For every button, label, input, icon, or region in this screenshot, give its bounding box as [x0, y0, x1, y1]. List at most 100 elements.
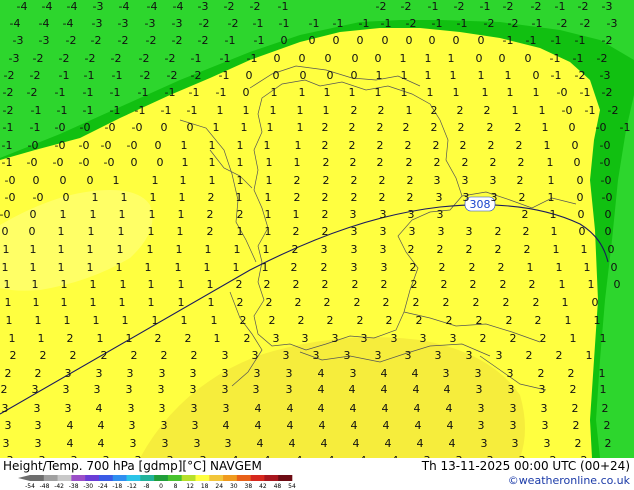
temperature-value: 0	[572, 139, 579, 152]
temperature-value: -2	[484, 17, 495, 30]
temperature-value: 2	[383, 296, 390, 309]
temperature-value: -1	[253, 17, 264, 30]
temperature-value: 0	[429, 34, 436, 47]
footer-bar: Height/Temp. 700 hPa [gdmp][°C] NAVGEM T…	[0, 458, 634, 490]
temperature-value: 1	[148, 225, 155, 238]
temperature-value: 2	[379, 191, 386, 204]
temperature-value: -1	[83, 104, 94, 117]
colorbar-tick-label: -24	[98, 483, 108, 490]
temperature-value: 2	[526, 349, 533, 362]
temperature-value: 3	[512, 437, 519, 450]
temperature-value: 2	[573, 419, 580, 432]
temperature-value: -0	[127, 139, 138, 152]
temperature-value: -2	[376, 0, 387, 13]
temperature-value: -1	[278, 0, 289, 13]
temperature-value: -2	[503, 0, 514, 13]
temperature-value: 1	[119, 208, 126, 221]
temperature-value: 4	[98, 419, 105, 432]
temperature-value: 3	[408, 208, 415, 221]
temperature-value: 1	[120, 278, 127, 291]
temperature-value: -2	[454, 0, 465, 13]
temperature-value: 2	[480, 332, 487, 345]
temperature-value: 0	[273, 69, 280, 82]
temperature-value: 1	[4, 278, 11, 291]
temperature-value: 3	[222, 349, 229, 362]
temperature-value: 1	[265, 208, 272, 221]
temperature-value: 3	[490, 174, 497, 187]
temperature-value: 2	[67, 332, 74, 345]
colorbar-swatch	[112, 475, 127, 481]
temperature-value: 2	[443, 296, 450, 309]
temperature-value: 0	[281, 34, 288, 47]
temperature-value: -1	[2, 156, 13, 169]
temperature-value: 0	[574, 156, 581, 169]
temperature-value: 0	[608, 243, 615, 256]
temperature-value: -0	[80, 121, 91, 134]
temperature-value: 3	[463, 191, 470, 204]
temperature-value: 2	[413, 296, 420, 309]
temperature-value: 3	[381, 261, 388, 274]
temperature-value: 2	[568, 367, 575, 380]
temperature-value: -0	[601, 174, 612, 187]
temperature-value: 3	[332, 332, 339, 345]
temperature-value: 1	[152, 314, 159, 327]
temperature-map: 308 5-4-4-4-3-4-4-4-3-2-2-1-2-2-1-2-1-2-…	[0, 0, 634, 458]
temperature-value: 1	[299, 86, 306, 99]
temperature-value: -3	[602, 0, 613, 13]
temperature-value: 1	[450, 69, 457, 82]
temperature-value: -1	[112, 69, 123, 82]
temperature-value: 3	[63, 383, 70, 396]
colorbar-swatch	[223, 475, 238, 481]
temperature-value: 1	[180, 174, 187, 187]
site-credit[interactable]: ©weatheronline.co.uk	[508, 474, 630, 488]
temperature-value: 1	[2, 261, 9, 274]
temperature-value: 2	[295, 296, 302, 309]
temperature-value: -1	[359, 17, 370, 30]
temperature-value: 2	[298, 314, 305, 327]
temperature-value: 2	[237, 208, 244, 221]
temperature-value: 1	[527, 261, 534, 274]
temperature-value: -2	[199, 17, 210, 30]
temperature-value: 1	[505, 69, 512, 82]
temperature-value: 3	[351, 243, 358, 256]
temperature-value: 1	[237, 156, 244, 169]
temperature-value: 1	[61, 278, 68, 291]
temperature-value: 1	[544, 139, 551, 152]
temperature-value: 2	[500, 278, 507, 291]
temperature-value: 0	[577, 191, 584, 204]
temperature-value: 3	[450, 332, 457, 345]
temperature-value: -0	[557, 86, 568, 99]
temperature-value: 4	[349, 383, 356, 396]
temperature-value: -1	[219, 69, 230, 82]
temperature-value: 3	[475, 367, 482, 380]
temperature-value: 3	[481, 437, 488, 450]
temperature-value: -3	[607, 17, 618, 30]
temperature-value: 1	[60, 208, 67, 221]
temperature-value: 3	[437, 208, 444, 221]
temperature-value: -1	[2, 139, 13, 152]
temperature-value: 2	[322, 139, 329, 152]
temperature-value: 2	[381, 278, 388, 291]
temperature-value: 3	[161, 419, 168, 432]
colorbar-swatch	[140, 475, 155, 481]
temperature-value: 3	[65, 402, 72, 415]
colorbar-swatch	[126, 475, 141, 481]
temperature-value: 1	[400, 52, 407, 65]
temperature-value: 2	[207, 208, 214, 221]
colorbar-min-arrow	[18, 475, 30, 481]
temperature-value: 1	[126, 332, 133, 345]
temperature-value: 1	[178, 296, 185, 309]
temperature-value: 2	[437, 243, 444, 256]
colorbar-swatch	[209, 475, 224, 481]
temperature-value: 3	[496, 349, 503, 362]
temperature-value: -1	[110, 104, 121, 117]
temperature-value: 3	[507, 367, 514, 380]
temperature-value: 3	[542, 419, 549, 432]
temperature-value: 0	[161, 121, 168, 134]
temperature-value: 0	[499, 52, 506, 65]
temperature-value: 3	[32, 383, 39, 396]
temperature-value: 1	[33, 296, 40, 309]
temperature-value: 0	[274, 52, 281, 65]
temperature-value: 0	[605, 208, 612, 221]
temperature-value: -4	[42, 0, 53, 13]
